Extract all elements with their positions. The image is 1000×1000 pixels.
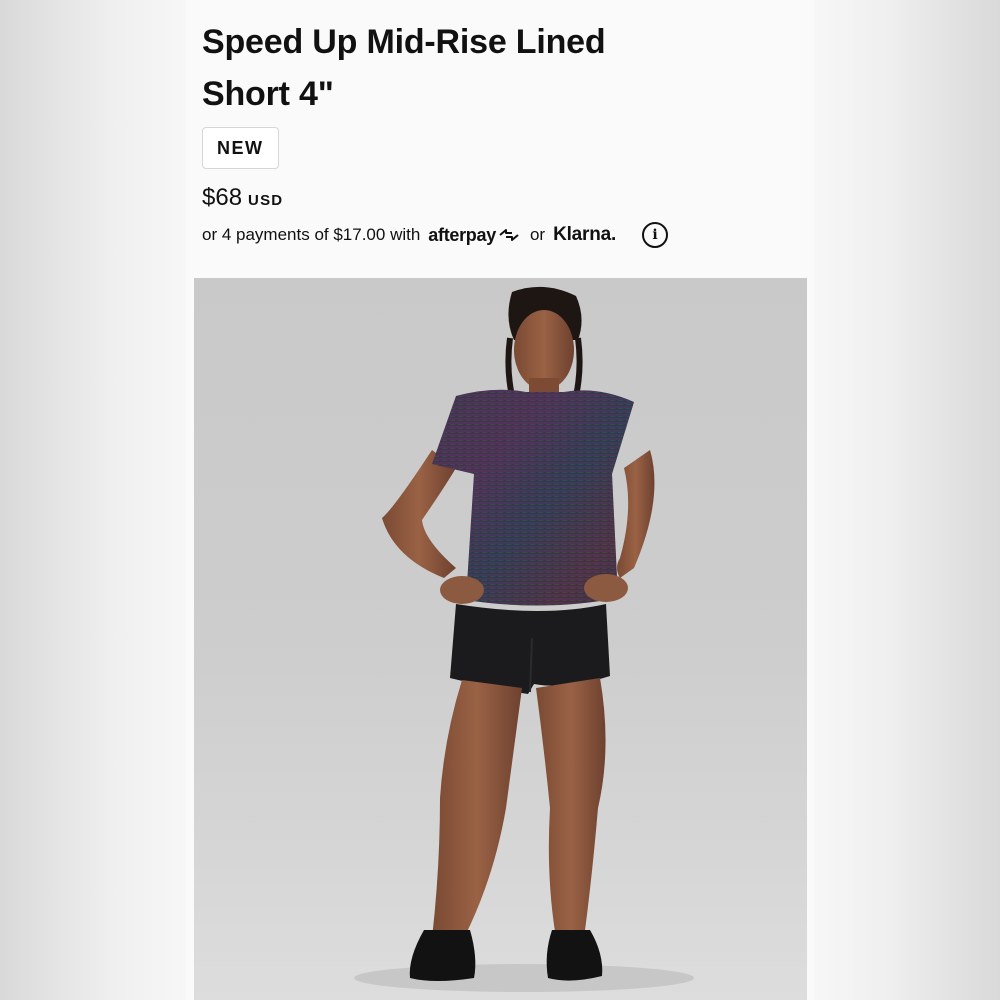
right-backdrop bbox=[814, 0, 1000, 1000]
new-badge: NEW bbox=[202, 127, 279, 169]
info-icon[interactable]: i bbox=[642, 222, 669, 248]
product-page: Speed Up Mid-Rise Lined Short 4" NEW $68… bbox=[186, 0, 814, 1000]
afterpay-arrows-icon bbox=[499, 229, 519, 241]
product-title: Speed Up Mid-Rise Lined Short 4" bbox=[202, 23, 606, 113]
afterpay-label: afterpay bbox=[428, 224, 496, 245]
model-illustration bbox=[354, 286, 694, 992]
price: $68 bbox=[202, 184, 243, 211]
left-backdrop bbox=[0, 0, 186, 1000]
currency: USD bbox=[248, 192, 284, 209]
klarna-logo[interactable]: Klarna. bbox=[553, 224, 616, 246]
installments-row: or 4 payments of $17.00 with afterpay or… bbox=[202, 220, 669, 250]
installments-text: or 4 payments of $17.00 with bbox=[202, 225, 421, 244]
product-photo bbox=[194, 278, 807, 1000]
or-separator: or bbox=[529, 225, 546, 244]
price-row: $68 USD bbox=[202, 184, 283, 212]
afterpay-logo[interactable]: afterpay bbox=[428, 225, 520, 246]
